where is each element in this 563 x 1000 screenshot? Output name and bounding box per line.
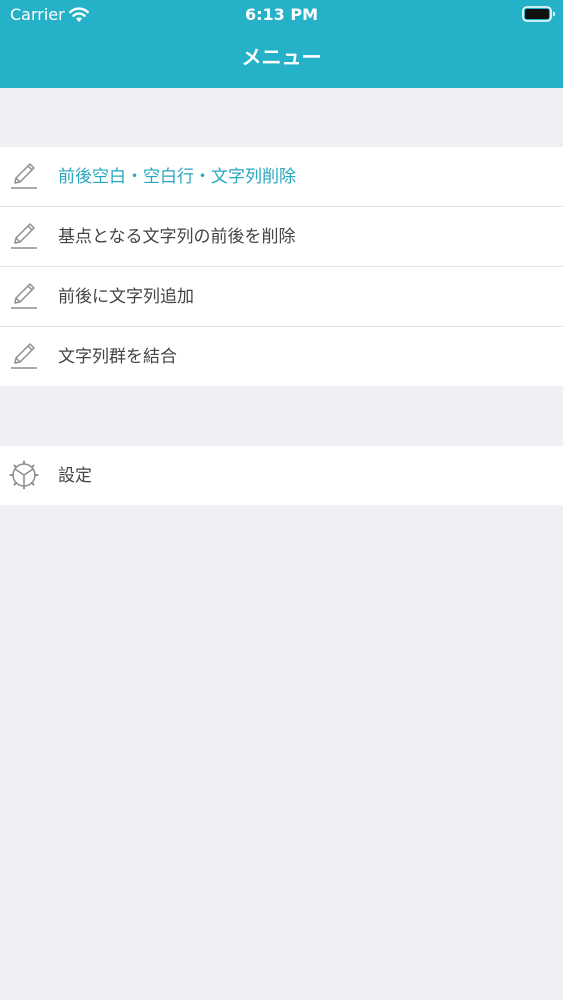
- status-time: 6:13 PM: [244, 5, 318, 24]
- settings-label: 設定: [58, 466, 92, 486]
- pencil-icon: [11, 343, 37, 369]
- menu-item-label: 基点となる文字列の前後を削除: [58, 227, 296, 247]
- menu-item-delete-around-base[interactable]: 基点となる文字列の前後を削除: [0, 207, 563, 267]
- menu-item-label: 前後に文字列追加: [58, 287, 194, 307]
- page-title: メニュー: [241, 45, 322, 69]
- pencil-icon: [11, 223, 37, 249]
- settings-list: 設定: [0, 446, 563, 505]
- gear-icon: [9, 460, 39, 490]
- settings-item[interactable]: 設定: [0, 446, 563, 505]
- menu-item-label: 文字列群を結合: [58, 347, 177, 367]
- status-bar: Carrier 6:13 PM: [0, 0, 563, 30]
- menu-item-trim-whitespace[interactable]: 前後空白・空白行・文字列削除: [0, 147, 563, 207]
- battery-icon: [522, 6, 555, 22]
- menu-item-label: 前後空白・空白行・文字列削除: [58, 167, 296, 187]
- menu-list: 前後空白・空白行・文字列削除 基点となる文字列の前後を削除 前後に文字列追加 文…: [0, 147, 563, 386]
- menu-item-join-strings[interactable]: 文字列群を結合: [0, 327, 563, 386]
- nav-header: Carrier 6:13 PM メニュー: [0, 0, 563, 88]
- menu-item-add-text[interactable]: 前後に文字列追加: [0, 267, 563, 327]
- pencil-icon: [11, 163, 37, 189]
- screen: Carrier 6:13 PM メニュー 前後空白・空白行・文字列削除 基点とな…: [0, 0, 563, 1000]
- pencil-icon: [11, 283, 37, 309]
